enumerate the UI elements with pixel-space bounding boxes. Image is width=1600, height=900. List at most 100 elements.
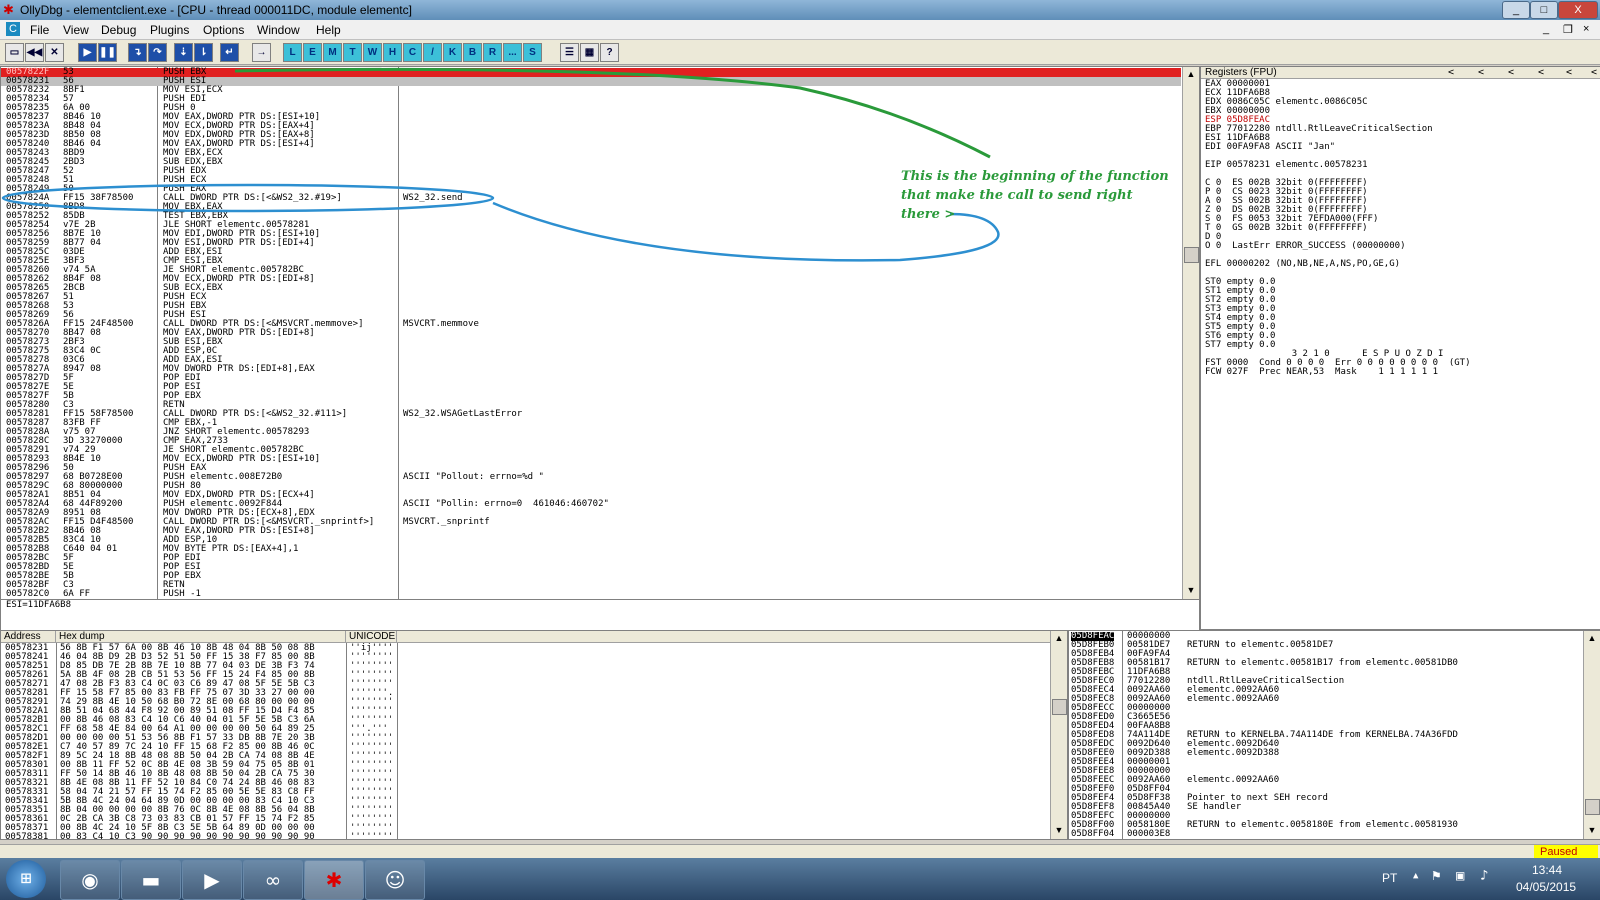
- visual-studio-icon[interactable]: ∞: [243, 860, 303, 900]
- disassembly-pane[interactable]: 0057822F 53 PUSH EBX 00578231 56 PUSH ESI 0057…: [0, 66, 1200, 600]
- stack-pane[interactable]: 05D8FEAC 00000000 05D8FEB0 00581DE7 RETURN t…: [1068, 630, 1600, 840]
- disasm-instruction: PUSH -1: [163, 589, 201, 599]
- stack-scroll-down-icon[interactable]: ▼: [1586, 825, 1598, 837]
- register-line[interactable]: EDI 00FA9FA8 ASCII "Jan": [1205, 143, 1595, 152]
- menu-options[interactable]: Options: [203, 23, 244, 37]
- hex-dump-pane[interactable]: Address Hex dump UNICODE 00578231 56 8B F…: [0, 630, 1068, 840]
- go-to-icon[interactable]: →: [252, 43, 271, 62]
- network-icon[interactable]: ▣: [1456, 868, 1464, 884]
- toolbar-letter-button[interactable]: /: [423, 43, 442, 62]
- chrome-icon[interactable]: ◉: [60, 860, 120, 900]
- toolbar-letter-button[interactable]: M: [323, 43, 342, 62]
- disasm-comment: ASCII "Pollout: errno=%d ": [403, 472, 544, 482]
- stack-comment: RETURN to elementc.0058180E from element…: [1187, 820, 1458, 830]
- step-into-icon[interactable]: ↴: [128, 43, 147, 62]
- reg-nav-4[interactable]: <: [1538, 67, 1544, 78]
- start-button-icon[interactable]: ⊞: [6, 860, 46, 898]
- clock-time[interactable]: 13:44: [1532, 863, 1562, 877]
- toolbar-letter-button[interactable]: K: [443, 43, 462, 62]
- maximize-button[interactable]: □: [1530, 1, 1558, 19]
- stack-comment: elementc.0092AA60: [1187, 694, 1280, 704]
- register-line[interactable]: T 0 GS 002B 32bit 0(FFFFFFFF): [1205, 224, 1595, 233]
- volume-icon[interactable]: ♪: [1480, 868, 1488, 884]
- step-over-icon[interactable]: ↷: [148, 43, 167, 62]
- close-program-icon[interactable]: ✕: [45, 43, 64, 62]
- disasm-comment: MSVCRT.memmove: [403, 319, 479, 329]
- list-icon[interactable]: ☰: [560, 43, 579, 62]
- dump-col-unicode[interactable]: UNICODE: [346, 631, 397, 643]
- dump-scrollbar[interactable]: ▲ ▼: [1050, 631, 1067, 839]
- stack-scrollbar[interactable]: ▲ ▼: [1583, 631, 1600, 839]
- menu-debug[interactable]: Debug: [101, 23, 136, 37]
- cpu-window-icon: C: [6, 22, 20, 36]
- dump-scroll-thumb[interactable]: [1052, 699, 1067, 715]
- menu-plugins[interactable]: Plugins: [150, 23, 189, 37]
- stack-address: 05D8FF04: [1071, 829, 1115, 839]
- run-icon[interactable]: ▶: [78, 43, 97, 62]
- toolbar-letter-button[interactable]: ...: [503, 43, 522, 62]
- toolbar-letter-button[interactable]: T: [343, 43, 362, 62]
- reg-nav-1[interactable]: <: [1448, 67, 1454, 78]
- reg-nav-5[interactable]: <: [1566, 67, 1572, 78]
- help-icon[interactable]: ?: [600, 43, 619, 62]
- register-line[interactable]: EIP 00578231 elementc.00578231: [1205, 161, 1595, 170]
- dump-col-address[interactable]: Address: [1, 631, 56, 643]
- menu-window[interactable]: Window: [257, 23, 300, 37]
- trace-into-icon[interactable]: ⇣: [174, 43, 193, 62]
- toolbar-letter-button[interactable]: C: [403, 43, 422, 62]
- pause-icon[interactable]: ❚❚: [98, 43, 117, 62]
- scroll-thumb[interactable]: [1184, 247, 1199, 263]
- restart-icon[interactable]: ◀◀: [25, 43, 44, 62]
- execute-till-return-icon[interactable]: ↵: [220, 43, 239, 62]
- ollydbg-app-icon: ✱: [3, 2, 14, 17]
- scroll-down-icon[interactable]: ▼: [1185, 585, 1197, 597]
- dump-row[interactable]: 00578381 00 83 C4 10 C3 90 90 90 90 90 90…: [1, 833, 1047, 840]
- reg-nav-2[interactable]: <: [1478, 67, 1484, 78]
- show-hidden-icons[interactable]: ▲: [1413, 871, 1418, 881]
- stack-comment: elementc.0092AA60: [1187, 775, 1280, 785]
- clock-date[interactable]: 04/05/2015: [1516, 880, 1576, 894]
- media-player-icon[interactable]: ▶: [182, 860, 242, 900]
- register-line[interactable]: FCW 027F Prec NEAR,53 Mask 1 1 1 1 1 1: [1205, 368, 1595, 377]
- child-restore-icon[interactable]: ❐: [1563, 23, 1573, 36]
- toolbar-letter-button[interactable]: B: [463, 43, 482, 62]
- language-indicator[interactable]: PT: [1382, 871, 1397, 885]
- toolbar-letter-button[interactable]: S: [523, 43, 542, 62]
- register-line[interactable]: O 0 LastErr ERROR_SUCCESS (00000000): [1205, 242, 1595, 251]
- action-center-flag-icon[interactable]: ⚑: [1432, 868, 1440, 884]
- explorer-icon[interactable]: ▬: [121, 860, 181, 900]
- child-close-icon[interactable]: ×: [1583, 23, 1589, 35]
- close-button[interactable]: X: [1558, 1, 1598, 19]
- grid-icon[interactable]: ▦: [580, 43, 599, 62]
- toolbar-letter-button[interactable]: L: [283, 43, 302, 62]
- open-icon[interactable]: ▭: [5, 43, 24, 62]
- register-line[interactable]: EFL 00000202 (NO,NB,NE,A,NS,PO,GE,G): [1205, 260, 1595, 269]
- toolbar-letter-button[interactable]: E: [303, 43, 322, 62]
- dump-col-hex[interactable]: Hex dump: [56, 631, 346, 643]
- disasm-comment: MSVCRT._snprintf: [403, 517, 490, 527]
- child-minimize-icon[interactable]: _: [1543, 23, 1549, 35]
- scroll-up-icon[interactable]: ▲: [1185, 69, 1197, 81]
- dump-scroll-down-icon[interactable]: ▼: [1053, 825, 1065, 837]
- toolbar-letter-button[interactable]: R: [483, 43, 502, 62]
- stack-row[interactable]: 05D8FF04 000003E8: [1069, 830, 1580, 839]
- dump-address: 00578381: [5, 832, 49, 840]
- menu-view[interactable]: View: [63, 23, 89, 37]
- reg-nav-3[interactable]: <: [1508, 67, 1514, 78]
- menu-help[interactable]: Help: [316, 23, 341, 37]
- toolbar-letter-button[interactable]: H: [383, 43, 402, 62]
- minimize-button[interactable]: _: [1502, 1, 1530, 19]
- reg-nav-6[interactable]: <: [1591, 67, 1597, 78]
- disasm-row[interactable]: 005782C0 6A FF PUSH -1: [1, 590, 1181, 599]
- registers-pane[interactable]: Registers (FPU) < < < < < < EAX 00000001…: [1200, 66, 1600, 630]
- trace-over-icon[interactable]: ⇂: [194, 43, 213, 62]
- toolbar-letter-button[interactable]: W: [363, 43, 382, 62]
- game-task-icon[interactable]: ☺: [365, 860, 425, 900]
- ollydbg-task-icon[interactable]: ✱: [304, 860, 364, 900]
- dump-scroll-up-icon[interactable]: ▲: [1053, 633, 1065, 645]
- toolbar: ▭ ◀◀ ✕ ▶ ❚❚ ↴ ↷ ⇣ ⇂ ↵ → L E M T W H C / K B R... S …: [0, 40, 1600, 65]
- disassembly-scrollbar[interactable]: ▲ ▼: [1182, 67, 1199, 599]
- menu-file[interactable]: File: [30, 23, 49, 37]
- stack-scroll-up-icon[interactable]: ▲: [1586, 633, 1598, 645]
- stack-scroll-thumb[interactable]: [1585, 799, 1600, 815]
